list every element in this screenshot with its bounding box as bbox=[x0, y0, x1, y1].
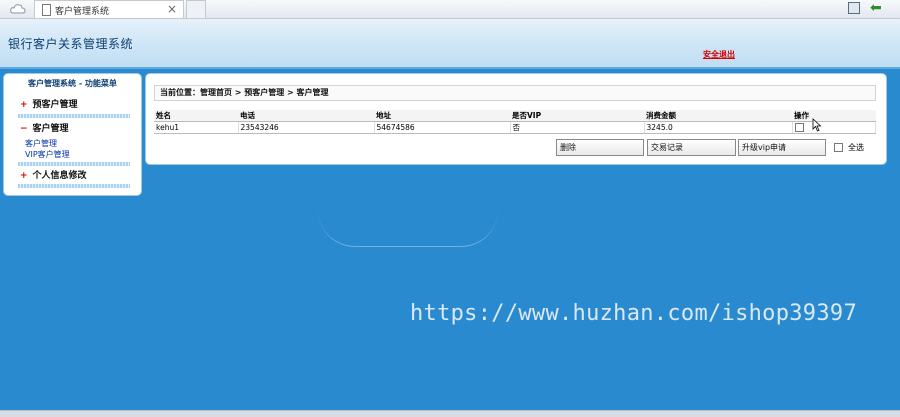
background-arc bbox=[318, 210, 498, 247]
sidebar-item-label: 客户管理 bbox=[32, 124, 69, 134]
document-icon bbox=[42, 4, 51, 16]
back-arrow-icon[interactable]: ⬅ bbox=[870, 0, 882, 16]
sidebar-item-precustomer[interactable]: + 预客户管理 bbox=[20, 97, 78, 110]
cell-phone: 23543246 bbox=[238, 121, 375, 134]
row-checkbox[interactable] bbox=[794, 123, 804, 133]
mouse-cursor-icon bbox=[812, 118, 822, 132]
select-all-label: 全选 bbox=[848, 143, 864, 152]
sidebar-item-label: 个人信息修改 bbox=[32, 171, 87, 181]
sidebar-item-customer[interactable]: − 客户管理 bbox=[20, 121, 69, 134]
expand-icon: + bbox=[20, 100, 28, 110]
app-header: 银行客户关系管理系统 安全退出 bbox=[0, 19, 900, 69]
table-row: kehu1 23543246 54674586 否 3245.0 bbox=[154, 121, 876, 134]
tab-title: 客户管理系统 bbox=[55, 7, 110, 17]
column-header: 地址 bbox=[374, 110, 510, 122]
select-all[interactable]: 全选 bbox=[834, 142, 864, 153]
divider bbox=[18, 162, 130, 166]
new-tab-button[interactable] bbox=[186, 0, 206, 18]
table-header-row: 姓名 电话 地址 是否VIP 消费金额 操作 bbox=[154, 110, 876, 122]
app-title: 银行客户关系管理系统 bbox=[8, 37, 134, 51]
sidebar-link-customer[interactable]: 客户管理 bbox=[25, 138, 57, 149]
logout-link[interactable]: 安全退出 bbox=[703, 49, 735, 60]
cell-action bbox=[792, 121, 876, 134]
column-header: 姓名 bbox=[154, 110, 238, 122]
sidebar-link-vip-customer[interactable]: VIP客户管理 bbox=[25, 149, 70, 160]
cell-address: 54674586 bbox=[374, 121, 511, 134]
divider bbox=[18, 114, 130, 118]
cell-name: kehu1 bbox=[154, 121, 239, 134]
transactions-button[interactable]: 交易记录 bbox=[647, 139, 736, 156]
sidebar-item-label: 预客户管理 bbox=[32, 100, 78, 110]
column-header: 电话 bbox=[238, 110, 374, 122]
cell-amount: 3245.0 bbox=[644, 121, 793, 134]
watermark: https://www.huzhan.com/ishop39397 bbox=[410, 301, 857, 326]
bookmark-icon[interactable] bbox=[848, 2, 860, 14]
select-all-checkbox[interactable] bbox=[834, 143, 843, 152]
column-header: 是否VIP bbox=[510, 110, 644, 122]
sidebar-item-profile[interactable]: + 个人信息修改 bbox=[20, 168, 87, 181]
browser-tab[interactable]: 客户管理系统 × bbox=[34, 0, 184, 18]
divider bbox=[18, 184, 130, 188]
upgrade-vip-button[interactable]: 升级vip申请 bbox=[738, 139, 826, 156]
customer-table: 姓名 电话 地址 是否VIP 消费金额 操作 kehu1 23543246 54… bbox=[154, 110, 876, 134]
column-header: 操作 bbox=[792, 110, 876, 122]
breadcrumb: 当前位置：管理首页 > 预客户管理 > 客户管理 bbox=[154, 85, 876, 101]
cloud-icon[interactable] bbox=[10, 2, 26, 16]
cell-vip: 否 bbox=[510, 121, 645, 134]
collapse-icon: − bbox=[20, 124, 28, 134]
expand-icon: + bbox=[20, 171, 28, 181]
close-icon[interactable]: × bbox=[167, 2, 177, 16]
main-panel: 当前位置：管理首页 > 预客户管理 > 客户管理 姓名 电话 地址 是否VIP … bbox=[146, 74, 886, 164]
column-header: 消费金额 bbox=[644, 110, 792, 122]
delete-button[interactable]: 删除 bbox=[556, 139, 644, 156]
sidebar-menu: 客户管理系统 - 功能菜单 + 预客户管理 − 客户管理 客户管理 VIP客户管理 … bbox=[4, 74, 141, 195]
sidebar-title: 客户管理系统 - 功能菜单 bbox=[28, 79, 117, 88]
browser-tab-bar: 客户管理系统 × ⬅ bbox=[0, 0, 900, 19]
